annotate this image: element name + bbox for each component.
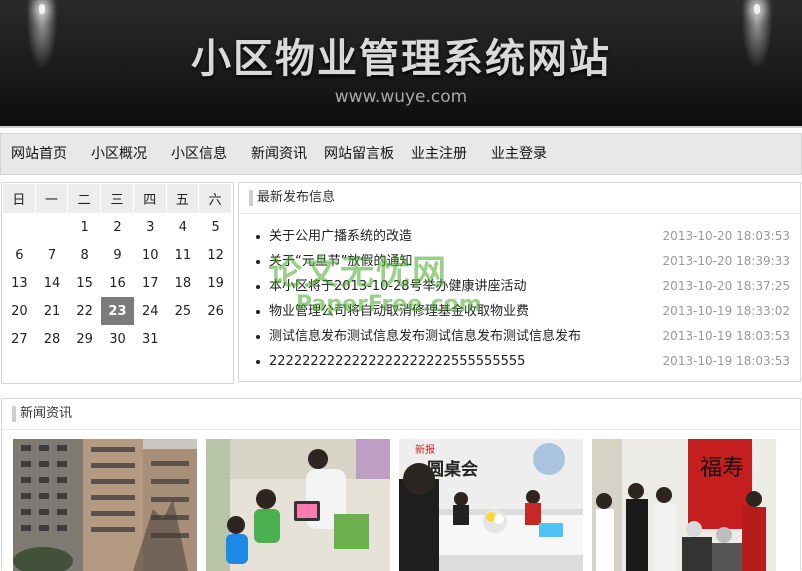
nav-register[interactable]: 业主注册 xyxy=(411,134,467,174)
children-photo-image xyxy=(206,439,390,571)
calendar-day[interactable]: 19 xyxy=(199,269,232,297)
nav-news[interactable]: 新闻资讯 xyxy=(251,134,307,174)
watermark: PaperFree.com xyxy=(296,292,482,317)
weekday-header: 五 xyxy=(166,184,200,213)
banner-text: 福寿 xyxy=(700,456,744,481)
bullet-icon xyxy=(256,285,260,289)
info-date: 2013-10-19 18:03:53 xyxy=(662,354,790,368)
info-date: 2013-10-20 18:39:33 xyxy=(662,254,790,268)
calendar-day-empty xyxy=(167,325,200,353)
list-item[interactable]: 测试信息发布测试信息发布测试信息发布测试信息发布 2013-10-19 18:03… xyxy=(239,324,800,349)
bullet-icon xyxy=(256,235,260,239)
calendar-week: 20 21 22 23 24 25 26 xyxy=(3,297,232,325)
meeting-photo[interactable]: 新报 圆桌会 xyxy=(399,439,583,571)
calendar-day[interactable]: 16 xyxy=(101,269,134,297)
bullet-icon xyxy=(256,360,260,364)
calendar-day[interactable]: 18 xyxy=(167,269,200,297)
calendar-week: 12345 xyxy=(3,213,232,241)
weekday-header: 二 xyxy=(68,184,102,213)
calendar-day[interactable]: 15 xyxy=(68,269,101,297)
calendar-day[interactable]: 11 xyxy=(167,241,200,269)
calendar-day-today[interactable]: 23 xyxy=(101,297,134,325)
list-item[interactable]: 2222222222222222222222555555555 2013-10-1… xyxy=(239,349,800,374)
site-banner: 小区物业管理系统网站 www.wuye.com xyxy=(0,0,802,128)
calendar-day[interactable]: 17 xyxy=(134,269,167,297)
nav-overview[interactable]: 小区概况 xyxy=(91,134,147,174)
weekday-header: 三 xyxy=(101,184,134,213)
calendar-day[interactable]: 24 xyxy=(134,297,167,325)
weekday-header: 日 xyxy=(3,184,36,213)
calendar-week: 6 7 8 9 10 11 12 xyxy=(3,241,232,269)
calendar-day[interactable]: 20 xyxy=(3,297,36,325)
calendar-day[interactable]: 14 xyxy=(36,269,69,297)
info-link[interactable]: 2222222222222222222222555555555 xyxy=(269,349,525,374)
calendar-day-empty xyxy=(3,213,36,241)
calendar-days: 1 2 3 4 5 6 7 8 9 10 11 12 13 14 15 16 17 18 19 20 21 22 23 24 2… xyxy=(3,213,232,353)
brand-text: 新报 xyxy=(415,443,435,456)
calendar: 日 一 二 三 四 五 六 1 2 3 4 5 6 7 8 9 10 11 12 13 14 15 16 17 1… xyxy=(1,182,234,384)
nav-login[interactable]: 业主登录 xyxy=(491,134,547,174)
elderly-visit-photo[interactable]: 福寿 xyxy=(592,439,776,571)
spotlight-icon xyxy=(754,4,760,14)
calendar-day[interactable]: 28 xyxy=(36,325,69,353)
meeting-photo-image: 新报 圆桌会 xyxy=(399,439,583,571)
children-photo[interactable] xyxy=(206,439,390,571)
calendar-day[interactable]: 10 xyxy=(134,241,167,269)
watermark: 论文无忧网 xyxy=(268,253,448,293)
weekday-header: 一 xyxy=(35,184,69,213)
news-panel: 新闻资讯 新报 圆桌会 福寿 xyxy=(1,398,801,571)
calendar-day[interactable]: 2 xyxy=(101,213,134,241)
bullet-icon xyxy=(256,310,260,314)
calendar-day[interactable]: 7 xyxy=(36,241,69,269)
calendar-day[interactable]: 30 xyxy=(101,325,134,353)
weekday-header: 四 xyxy=(133,184,167,213)
calendar-day[interactable]: 21 xyxy=(36,297,69,325)
calendar-day[interactable]: 27 xyxy=(3,325,36,353)
calendar-day[interactable]: 31 xyxy=(134,325,167,353)
calendar-day[interactable]: 4 xyxy=(167,213,200,241)
site-url: www.wuye.com xyxy=(334,87,468,107)
panel-title: 新闻资讯 xyxy=(2,399,800,430)
info-date: 2013-10-19 18:03:53 xyxy=(662,329,790,343)
calendar-day[interactable]: 29 xyxy=(68,325,101,353)
main-nav: 网站首页 小区概况 小区信息 新闻资讯 网站留言板 业主注册 业主登录 xyxy=(0,133,802,175)
info-date: 2013-10-20 18:37:25 xyxy=(662,279,790,293)
spotlight-icon xyxy=(39,4,45,14)
calendar-week: 13 14 15 16 17 18 19 xyxy=(3,269,232,297)
building-photo-image xyxy=(13,439,197,571)
site-title: 小区物业管理系统网站 xyxy=(191,36,611,82)
bullet-icon xyxy=(256,335,260,339)
calendar-day[interactable]: 3 xyxy=(134,213,167,241)
elderly-visit-photo-image: 福寿 xyxy=(592,439,776,571)
calendar-day[interactable]: 25 xyxy=(167,297,200,325)
calendar-day[interactable]: 13 xyxy=(3,269,36,297)
calendar-day[interactable]: 9 xyxy=(101,241,134,269)
calendar-day-empty xyxy=(36,213,69,241)
bullet-icon xyxy=(256,260,260,264)
calendar-day-empty xyxy=(199,325,232,353)
calendar-day[interactable]: 8 xyxy=(68,241,101,269)
nav-home[interactable]: 网站首页 xyxy=(11,134,67,174)
nav-community-info[interactable]: 小区信息 xyxy=(171,134,227,174)
calendar-day[interactable]: 12 xyxy=(199,241,232,269)
calendar-day[interactable]: 6 xyxy=(3,241,36,269)
weekday-header: 六 xyxy=(199,184,232,213)
calendar-day[interactable]: 5 xyxy=(199,213,232,241)
calendar-day[interactable]: 22 xyxy=(68,297,101,325)
info-date: 2013-10-20 18:03:53 xyxy=(662,229,790,243)
building-photo[interactable] xyxy=(13,439,197,571)
info-link[interactable]: 测试信息发布测试信息发布测试信息发布测试信息发布 xyxy=(269,324,581,349)
calendar-day[interactable]: 26 xyxy=(199,297,232,325)
calendar-week: 27 28 29 30 31 xyxy=(3,325,232,353)
calendar-day[interactable]: 1 xyxy=(68,213,101,241)
panel-title: 最新发布信息 xyxy=(239,183,800,214)
nav-guestbook[interactable]: 网站留言板 xyxy=(324,134,394,174)
info-date: 2013-10-19 18:33:02 xyxy=(662,304,790,318)
